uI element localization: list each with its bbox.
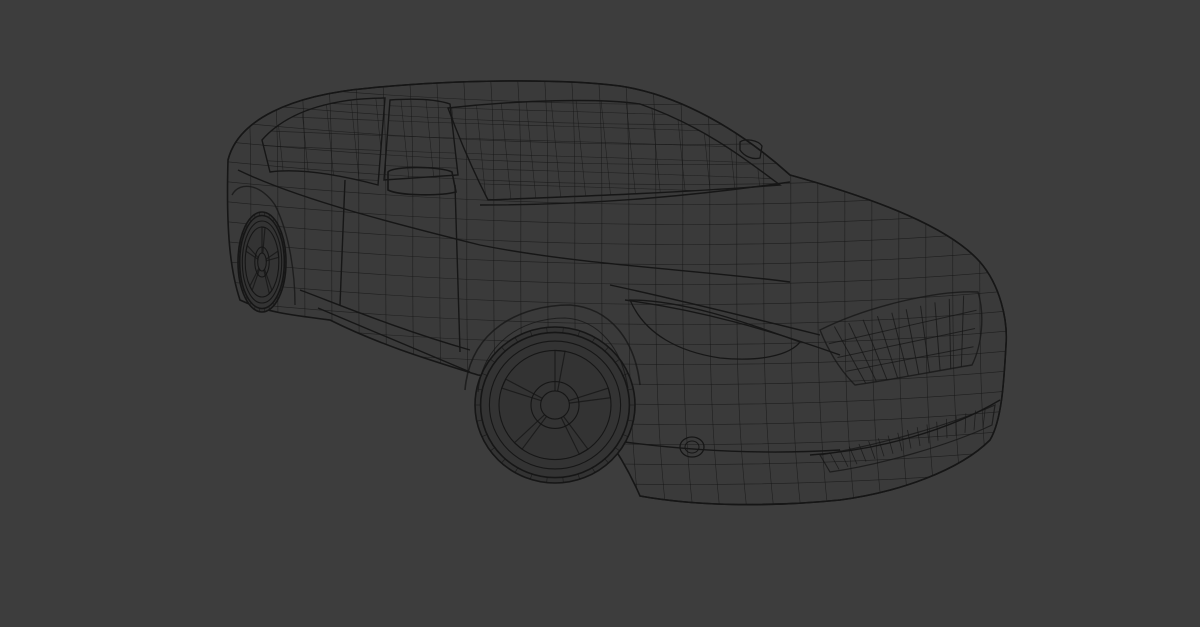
car-wireframe	[0, 0, 1200, 627]
3d-viewport[interactable]	[0, 0, 1200, 627]
